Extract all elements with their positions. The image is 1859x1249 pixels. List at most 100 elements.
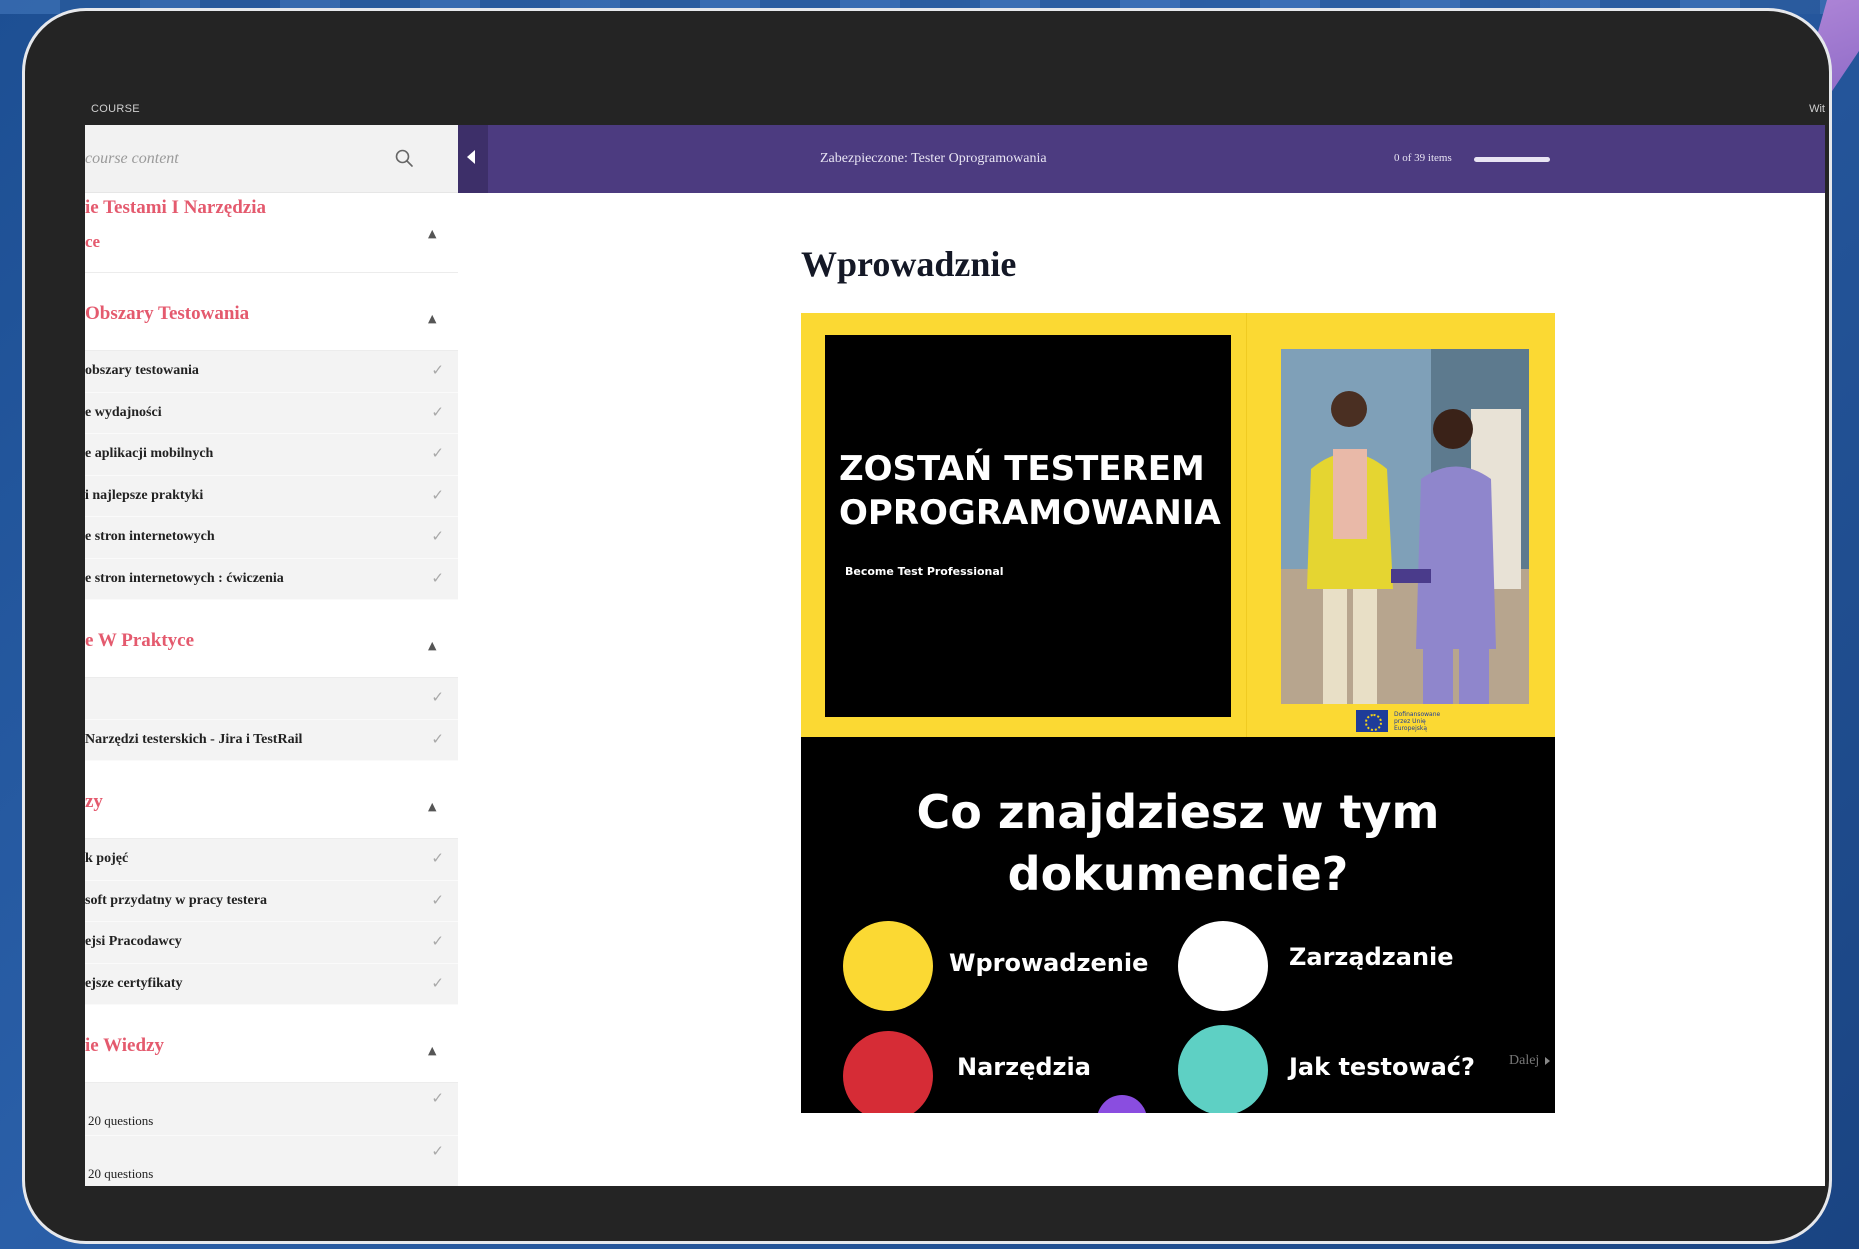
course-title: Zabezpieczone: Tester Oprogramowania xyxy=(820,151,1047,166)
search-input[interactable]: course content xyxy=(85,150,179,168)
lesson-item[interactable]: i najlepsze praktyki ✓ xyxy=(85,475,458,517)
section-header[interactable]: zy ▲ xyxy=(85,761,458,839)
section-items: ✓ Narzędzi testerskich - Jira i TestRail… xyxy=(85,678,458,761)
section-title: zy xyxy=(85,791,103,812)
quiz-meta: 20 questions xyxy=(88,1113,154,1128)
section-items: k pojęć ✓ soft przydatny w pracy testera ✓… xyxy=(85,839,458,1005)
section-title: e W Praktyce xyxy=(85,630,195,651)
eu-note: Dofinansowane przez Unię Europejską xyxy=(1394,710,1441,732)
section-header[interactable]: Obszary Testowania ▲ xyxy=(85,273,458,351)
search-icon[interactable] xyxy=(393,147,415,169)
course-sidebar: course content ie Testami I Narzędzia ce… xyxy=(85,125,458,1186)
chevron-up-icon[interactable]: ▲ xyxy=(428,800,440,813)
check-icon: ✓ xyxy=(431,890,444,909)
quiz-item[interactable]: 20 questions ✓ xyxy=(85,1083,458,1136)
slide-headline-line1: ZOSTAŃ TESTEREM xyxy=(839,449,1205,489)
slide-question-line2: dokumencie? xyxy=(1007,847,1349,901)
check-icon: ✓ xyxy=(431,1142,444,1160)
topic-label: Jak testować? xyxy=(1289,1053,1475,1081)
check-icon: ✓ xyxy=(431,568,444,587)
progress-count: 0 of 39 items xyxy=(1394,152,1452,164)
tablet-frame: COURSE Wit course content ie Testami I N… xyxy=(22,8,1832,1244)
topic-dot-white xyxy=(1178,921,1268,1011)
progress-bar xyxy=(1474,157,1550,162)
next-lesson-link[interactable]: Dalej xyxy=(1509,1053,1551,1069)
check-icon: ✓ xyxy=(431,932,444,950)
section-items: obszary testowania ✓ e wydajności ✓ e apli… xyxy=(85,351,458,600)
lesson-item[interactable]: k pojęć ✓ xyxy=(85,839,458,881)
slide-cover: ZOSTAŃ TESTEREM OPROGRAMOWANIA Become Te… xyxy=(801,313,1555,737)
lesson-slide-image: ZOSTAŃ TESTEREM OPROGRAMOWANIA Become Te… xyxy=(801,313,1555,1113)
caret-right-icon xyxy=(1545,1056,1551,1065)
eu-flag-icon xyxy=(1356,710,1388,732)
topic-dot-purple xyxy=(1097,1095,1147,1113)
lesson-title: obszary testowania xyxy=(85,363,199,378)
topic-dot-teal xyxy=(1178,1025,1268,1113)
topic-label: Wprowadzenie xyxy=(949,949,1149,977)
section-title: ie Wiedzy xyxy=(85,1035,164,1056)
next-label: Dalej xyxy=(1509,1053,1540,1068)
topic-dot-red xyxy=(843,1031,933,1113)
lesson-title: e stron internetowych xyxy=(85,529,215,544)
chevron-up-icon[interactable]: ▲ xyxy=(428,227,440,240)
lesson-title: i najlepsze praktyki xyxy=(85,487,204,503)
slide-headline-line2: OPROGRAMOWANIA xyxy=(839,493,1221,533)
lesson-item[interactable]: ejsze certyfikaty ✓ xyxy=(85,963,458,1005)
app-screen: COURSE Wit course content ie Testami I N… xyxy=(85,91,1825,1186)
lesson-content: Wprowadznie ZOSTAŃ TESTEREM OPROGRAMOWAN… xyxy=(488,193,1825,1186)
section-header[interactable]: ie Wiedzy ▲ xyxy=(85,1005,458,1083)
check-icon: ✓ xyxy=(431,402,444,421)
search-bar[interactable]: course content xyxy=(85,125,458,193)
slide-tagline: Become Test Professional xyxy=(845,565,1004,578)
sidebar-toggle-button[interactable] xyxy=(458,125,488,193)
slide-title-panel: ZOSTAŃ TESTEREM OPROGRAMOWANIA Become Te… xyxy=(825,335,1231,717)
section-header[interactable]: ie Testami I Narzędzia ce ▲ xyxy=(85,193,458,273)
topic-label: Narzędzia xyxy=(957,1053,1091,1081)
slide-divider xyxy=(1246,313,1247,737)
check-icon: ✓ xyxy=(431,973,444,992)
section-header[interactable]: e W Praktyce ▲ xyxy=(85,600,458,678)
chevron-up-icon[interactable]: ▲ xyxy=(428,312,440,325)
caret-left-icon xyxy=(467,150,475,164)
check-icon: ✓ xyxy=(431,729,444,748)
lesson-item[interactable]: e aplikacji mobilnych ✓ xyxy=(85,434,458,476)
check-icon: ✓ xyxy=(431,688,444,706)
slide-headline: ZOSTAŃ TESTEREM OPROGRAMOWANIA xyxy=(839,447,1229,535)
slide-question-line1: Co znajdziesz w tym xyxy=(916,785,1440,839)
user-label[interactable]: Wit xyxy=(1809,103,1825,115)
section-title-line2: ce xyxy=(85,232,101,251)
section-title: ie Testami I Narzędzia xyxy=(85,197,267,218)
eu-funding-badge: Dofinansowane przez Unię Europejską xyxy=(1356,710,1454,732)
lesson-item[interactable]: Narzędzi testerskich - Jira i TestRail ✓ xyxy=(85,719,458,761)
course-header: Zabezpieczone: Tester Oprogramowania 0 o… xyxy=(488,125,1825,193)
lesson-item[interactable]: ejsi Pracodawcy ✓ xyxy=(85,922,458,964)
top-bar: COURSE Wit xyxy=(85,91,1825,125)
topic-label: Zarządzanie xyxy=(1289,943,1454,971)
check-icon: ✓ xyxy=(431,849,444,867)
course-label: COURSE xyxy=(91,103,140,115)
check-icon: ✓ xyxy=(431,485,444,504)
section-items: 20 questions ✓ 20 questions ✓ xyxy=(85,1083,458,1186)
chevron-up-icon[interactable]: ▲ xyxy=(428,1044,440,1057)
section-title: Obszary Testowania xyxy=(85,303,250,324)
lesson-item[interactable]: e stron internetowych ✓ xyxy=(85,517,458,559)
lesson-heading: Wprowadznie xyxy=(801,244,1017,284)
chevron-up-icon[interactable]: ▲ xyxy=(428,639,440,652)
check-icon: ✓ xyxy=(431,527,444,545)
people-photo xyxy=(1281,349,1529,704)
lesson-title: e wydajności xyxy=(85,404,162,420)
check-icon: ✓ xyxy=(431,444,444,462)
lesson-item[interactable]: obszary testowania ✓ xyxy=(85,351,458,393)
lesson-item[interactable]: soft przydatny w pracy testera ✓ xyxy=(85,880,458,922)
quiz-meta: 20 questions xyxy=(88,1166,154,1181)
lesson-title: soft przydatny w pracy testera xyxy=(85,892,267,908)
lesson-item[interactable]: ✓ xyxy=(85,678,458,720)
lesson-item[interactable]: e stron internetowych : ćwiczenia ✓ xyxy=(85,558,458,600)
check-icon: ✓ xyxy=(431,1089,444,1107)
lesson-title: Narzędzi testerskich - Jira i TestRail xyxy=(85,731,303,747)
lesson-title: e aplikacji mobilnych xyxy=(85,446,214,461)
lesson-title: e stron internetowych : ćwiczenia xyxy=(85,570,284,586)
quiz-item[interactable]: 20 questions ✓ xyxy=(85,1136,458,1186)
lesson-item[interactable]: e wydajności ✓ xyxy=(85,392,458,434)
lesson-title: ejsi Pracodawcy xyxy=(85,934,182,949)
